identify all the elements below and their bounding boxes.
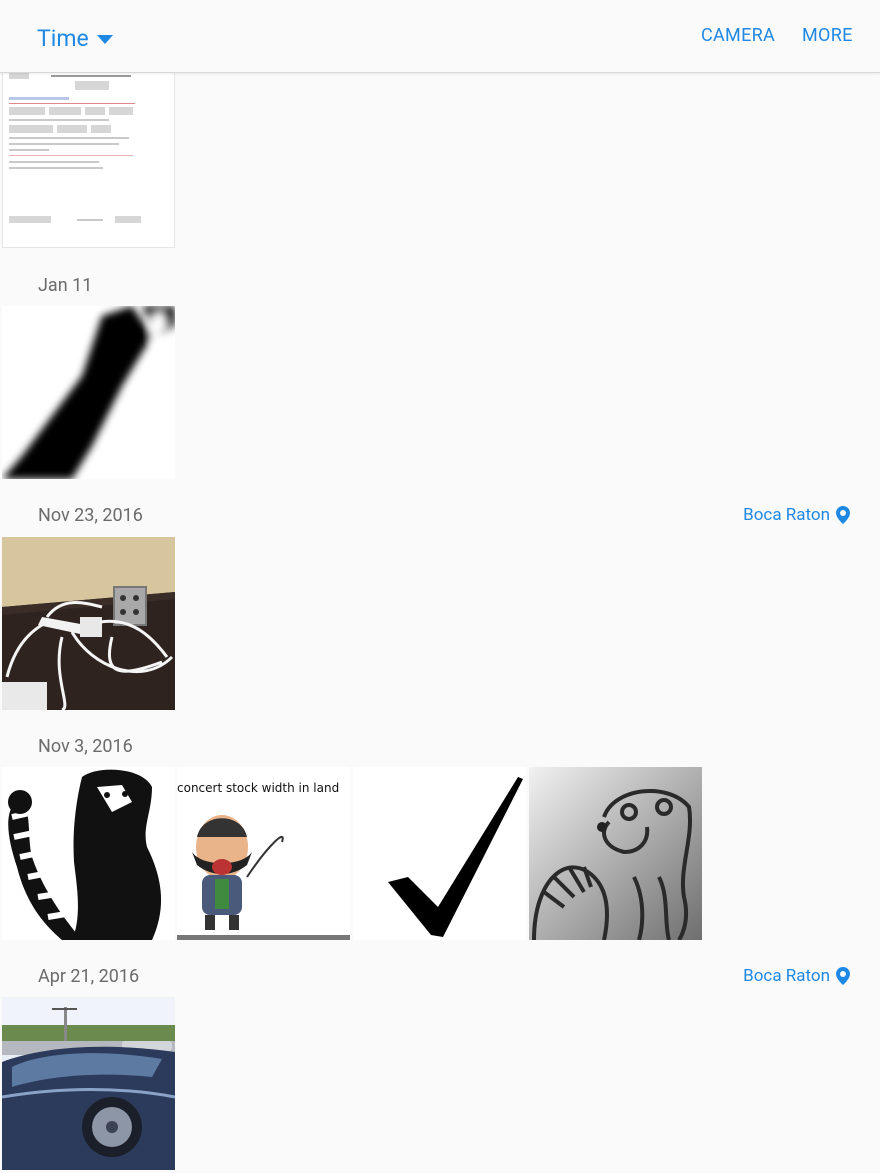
photo-thumbnail[interactable] xyxy=(529,767,702,940)
photo-thumbnail[interactable] xyxy=(2,72,175,248)
photo-thumbnail[interactable]: concert stock width in land xyxy=(177,767,350,940)
photo-thumbnail[interactable] xyxy=(353,767,526,940)
camera-button[interactable]: CAMERA xyxy=(701,25,775,46)
photo-image xyxy=(2,767,175,940)
location-pin-icon xyxy=(836,506,850,524)
caret-down-icon xyxy=(96,34,113,44)
photo-thumbnail[interactable] xyxy=(2,537,175,710)
photo-image: concert stock width in land xyxy=(177,767,350,940)
location-label: Boca Raton xyxy=(743,966,830,986)
view-mode-label: Time xyxy=(37,24,89,52)
photo-image xyxy=(529,767,702,940)
date-header: Nov 23, 2016 xyxy=(38,505,143,526)
date-header: Jan 11 xyxy=(38,275,93,296)
more-button[interactable]: MORE xyxy=(802,25,853,46)
cartoon-caption: concert stock width in land xyxy=(177,781,339,795)
photo-thumbnail[interactable] xyxy=(2,306,175,479)
date-header: Apr 21, 2016 xyxy=(38,966,140,987)
location-link[interactable]: Boca Raton xyxy=(743,505,850,525)
location-pin-icon xyxy=(836,967,850,985)
app-bar: Time CAMERA MORE xyxy=(0,0,880,73)
location-label: Boca Raton xyxy=(743,505,830,525)
photo-image xyxy=(2,997,175,1170)
date-header: Nov 3, 2016 xyxy=(38,736,133,757)
view-mode-dropdown[interactable]: Time xyxy=(37,22,113,54)
location-link[interactable]: Boca Raton xyxy=(743,966,850,986)
photo-thumbnail[interactable] xyxy=(2,997,175,1170)
photo-thumbnail[interactable] xyxy=(2,767,175,940)
photo-image xyxy=(2,306,175,479)
photo-image xyxy=(353,767,526,940)
photo-image xyxy=(2,537,175,710)
